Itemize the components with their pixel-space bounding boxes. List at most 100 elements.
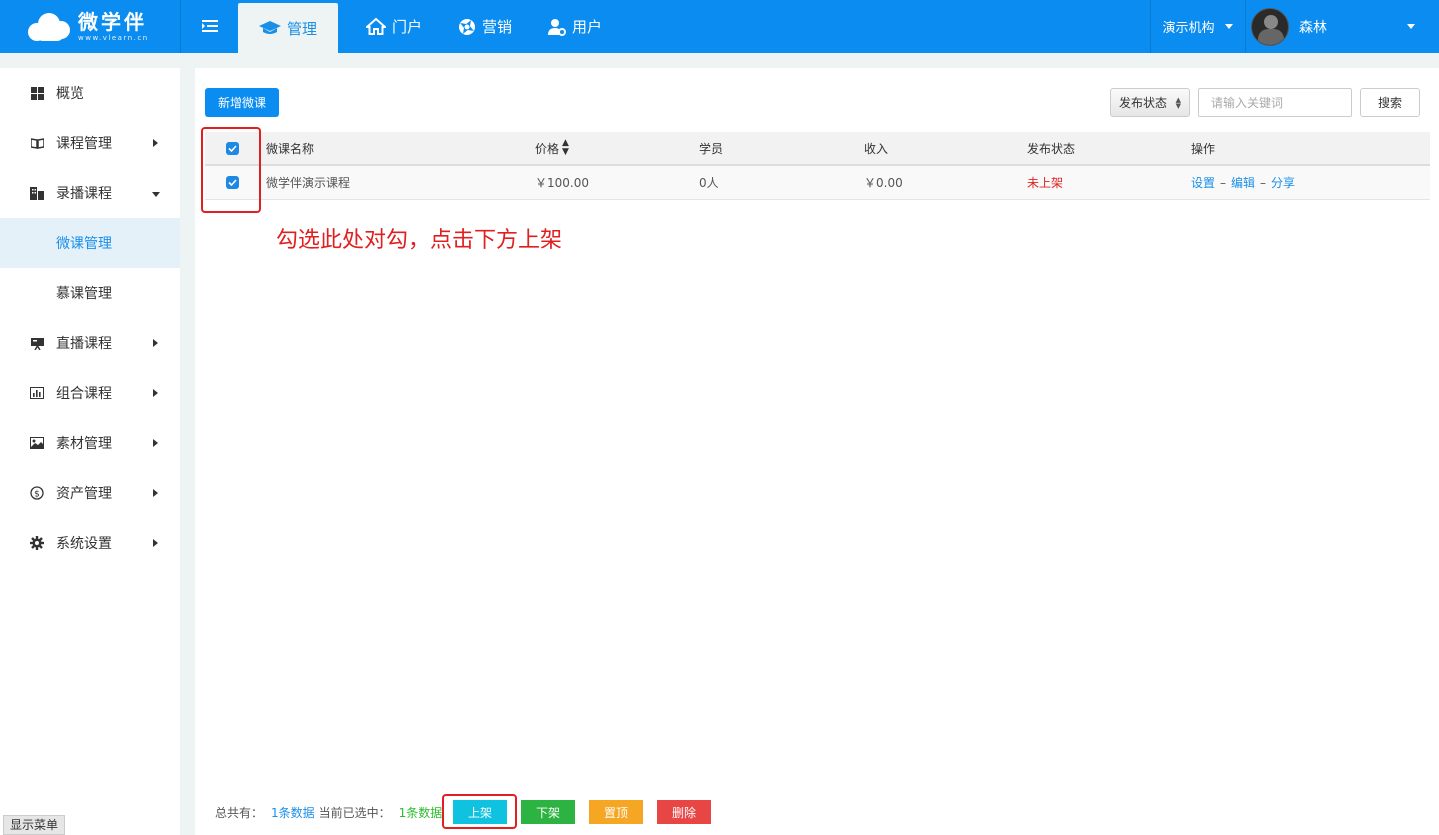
row-actions: 设置 – 编辑 – 分享 — [1191, 174, 1296, 191]
select-arrows-icon: ▲ ▼ — [1175, 96, 1181, 110]
show-menu-button[interactable]: 显示菜单 — [3, 815, 66, 835]
edit-link[interactable]: 编辑 — [1231, 174, 1255, 191]
sidebar-item-finance[interactable]: $ 资产管理 — [0, 468, 180, 518]
chevron-down-icon — [152, 192, 160, 197]
menu-toggle-icon[interactable] — [193, 16, 227, 36]
total-count: 1条数据 — [271, 805, 315, 820]
col-price-label: 价格 — [535, 141, 560, 156]
sidebar-item-label: 概览 — [56, 86, 84, 102]
nav-portal-label: 门户 — [392, 18, 423, 36]
sidebar-item-label: 资产管理 — [56, 486, 112, 502]
avatar — [1251, 7, 1289, 46]
share-link[interactable]: 分享 — [1271, 174, 1295, 191]
highlight-checkbox-box — [201, 127, 261, 213]
nav-marketing[interactable]: 营销 — [440, 0, 530, 53]
sidebar-sub-label: 慕课管理 — [56, 286, 112, 302]
building-icon — [30, 186, 44, 200]
sidebar-item-recorded[interactable]: 录播课程 — [0, 168, 180, 218]
sidebar-item-settings[interactable]: 系统设置 — [0, 518, 180, 568]
sidebar-item-assets[interactable]: 素材管理 — [0, 418, 180, 468]
sort-icon: ▲ ▼ — [562, 138, 569, 157]
nav-manage[interactable]: 管理 — [238, 3, 338, 53]
settings-link[interactable]: 设置 — [1191, 174, 1215, 191]
table-row: 微学伴演示课程 ￥100.00 0人 ￥0.00 未上架 设置 – 编辑 – 分… — [205, 166, 1430, 200]
status-select-value: 发布状态 — [1119, 96, 1168, 110]
nav-manage-label: 管理 — [286, 19, 317, 38]
col-income: 收入 — [864, 141, 889, 156]
logo-url: www.vlearn.cn — [78, 34, 149, 42]
chevron-down-icon — [1407, 24, 1415, 29]
main-nav: 管理 门户 营销 用户 — [238, 0, 620, 53]
main-content: 新增微课 发布状态 ▲ ▼ 请输入关键词 搜索 微课名称 价格 ▲ ▼ 学员 收入 … — [195, 68, 1439, 835]
sidebar-item-label: 直播课程 — [56, 336, 112, 352]
status-badge: 未上架 — [1027, 176, 1064, 190]
sidebar-item-mooc[interactable]: 慕课管理 — [0, 268, 180, 318]
nav-users[interactable]: 用户 — [530, 0, 620, 53]
sidebar-item-label: 素材管理 — [56, 436, 112, 452]
course-name: 微学伴演示课程 — [266, 176, 351, 190]
chevron-right-icon — [153, 539, 158, 547]
chevron-right-icon — [153, 489, 158, 497]
chevron-right-icon — [153, 439, 158, 447]
nav-marketing-label: 营销 — [482, 18, 513, 36]
chevron-right-icon — [153, 339, 158, 347]
sidebar-item-label: 系统设置 — [56, 536, 112, 552]
search-button[interactable]: 搜索 — [1360, 88, 1420, 117]
sidebar-item-course-manage[interactable]: 课程管理 — [0, 118, 180, 168]
bar-chart-icon — [30, 386, 44, 400]
chevron-down-icon — [1224, 24, 1233, 29]
highlight-publish-box — [442, 794, 517, 829]
chevron-right-icon — [153, 389, 158, 397]
total-label: 总共有： — [215, 805, 264, 820]
course-students: 0人 — [699, 176, 719, 190]
delete-button[interactable]: 删除 — [657, 800, 711, 824]
pin-top-button[interactable]: 置顶 — [589, 800, 643, 824]
user-menu[interactable]: 森林 — [1245, 0, 1439, 53]
graduation-cap-icon — [258, 20, 281, 36]
grid-icon — [30, 86, 44, 100]
sidebar-item-label: 录播课程 — [56, 186, 112, 202]
sidebar-sub-label: 微课管理 — [56, 236, 112, 252]
gear-icon — [30, 536, 44, 550]
username: 森林 — [1299, 19, 1327, 36]
sidebar-item-combo[interactable]: 组合课程 — [0, 368, 180, 418]
image-icon — [30, 436, 44, 450]
dollar-circle-icon: $ — [30, 486, 44, 500]
status-select[interactable]: 发布状态 ▲ ▼ — [1110, 88, 1190, 117]
sidebar-item-live[interactable]: 直播课程 — [0, 318, 180, 368]
sidebar-item-label: 课程管理 — [56, 136, 112, 152]
search-input[interactable]: 请输入关键词 — [1198, 88, 1352, 117]
org-name: 演示机构 — [1162, 21, 1215, 36]
nav-users-label: 用户 — [572, 18, 603, 36]
logo[interactable]: 微学伴 www.vlearn.cn — [28, 8, 156, 46]
aperture-icon — [458, 18, 476, 36]
add-micro-course-button[interactable]: 新增微课 — [205, 88, 279, 117]
annotation-text: 勾选此处对勾，点击下方上架 — [276, 228, 563, 253]
col-status: 发布状态 — [1027, 141, 1076, 156]
org-dropdown[interactable]: 演示机构 — [1150, 0, 1245, 53]
top-bar: 微学伴 www.vlearn.cn 管理 门户 营销 用户 演示机构 森林 — [0, 0, 1439, 53]
sidebar-item-label: 组合课程 — [56, 386, 112, 402]
user-gear-icon — [548, 18, 567, 36]
selected-label: 当前已选中： — [318, 805, 391, 820]
cloud-logo-icon — [28, 11, 72, 43]
col-name: 微课名称 — [266, 141, 315, 156]
course-price: ￥100.00 — [535, 176, 589, 190]
course-table: 微课名称 价格 ▲ ▼ 学员 收入 发布状态 操作 微学伴演示课程 ￥100.00… — [205, 132, 1430, 200]
chevron-right-icon — [153, 139, 158, 147]
col-price[interactable]: 价格 ▲ ▼ — [535, 132, 569, 164]
unpublish-button[interactable]: 下架 — [521, 800, 575, 824]
presentation-icon — [30, 336, 44, 350]
svg-text:$: $ — [34, 490, 40, 500]
course-income: ￥0.00 — [864, 176, 903, 190]
table-header: 微课名称 价格 ▲ ▼ 学员 收入 发布状态 操作 — [205, 132, 1430, 166]
sidebar-item-micro-course[interactable]: 微课管理 — [0, 218, 180, 268]
nav-portal[interactable]: 门户 — [348, 0, 440, 53]
sidebar-item-overview[interactable]: 概览 — [0, 68, 180, 118]
footer-summary: 总共有： 1条数据 当前已选中： 1条数据 — [215, 798, 442, 826]
col-actions: 操作 — [1191, 141, 1216, 156]
book-icon — [30, 136, 44, 150]
sidebar: 概览 课程管理 录播课程 微课管理 慕课管理 直播课程 组合课程 素材管理 $ … — [0, 68, 180, 835]
logo-text: 微学伴 — [78, 10, 147, 34]
home-icon — [366, 18, 386, 35]
